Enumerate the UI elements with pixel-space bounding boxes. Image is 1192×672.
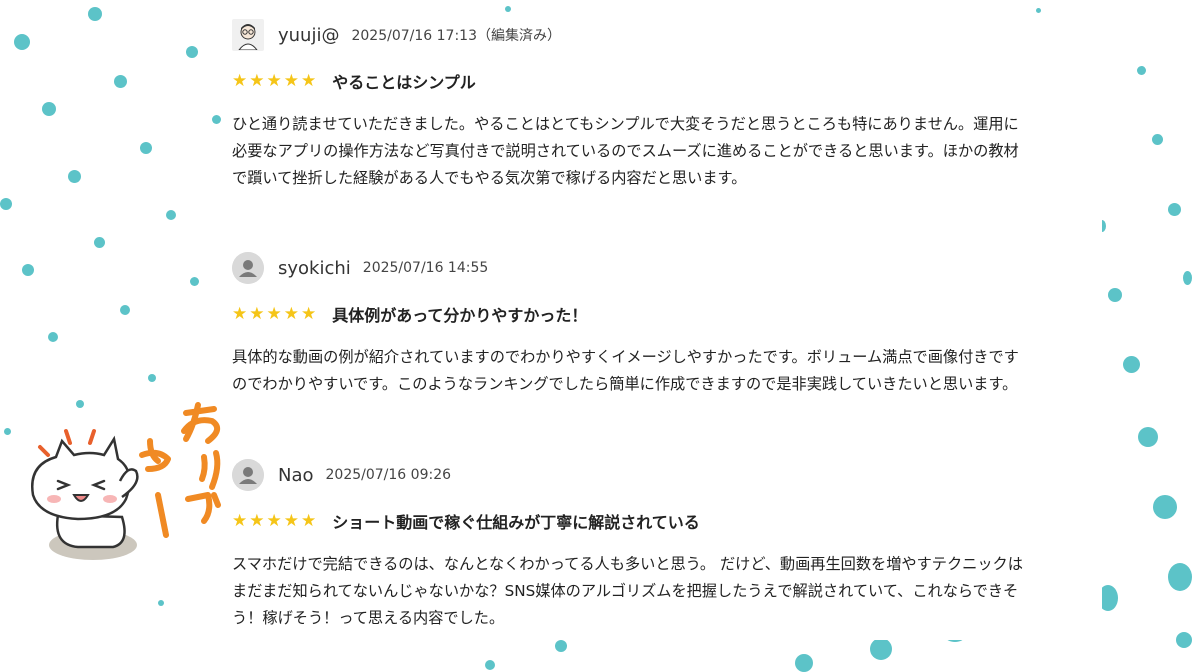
review-title-row: ★★★★★ 具体例があって分かりやすかった！ xyxy=(232,302,1032,326)
review-item: yuuji@ 2025/07/16 17:13（編集済み） ★★★★★ やること… xyxy=(232,17,1032,192)
user-name[interactable]: yuuji@ xyxy=(278,25,339,46)
review-body: 具体的な動画の例が紹介されていますのでわかりやすくイメージしやすかったです。ボリ… xyxy=(232,348,1019,393)
star-rating: ★★★★★ xyxy=(232,71,319,91)
review-body: ひと通り読ませていただきました。やることはとてもシンプルで大変そうだと思うところ… xyxy=(232,115,1019,187)
user-name[interactable]: syokichi xyxy=(278,258,351,279)
review-title: ショート動画で稼ぐ仕組みが丁寧に解説されている xyxy=(332,513,700,532)
review-date: 2025/07/16 09:26 xyxy=(325,467,452,483)
review-item: syokichi 2025/07/16 14:55 ★★★★★ 具体例があって分… xyxy=(232,250,1032,398)
default-user-icon xyxy=(232,252,264,284)
review-header: yuuji@ 2025/07/16 17:13（編集済み） xyxy=(232,17,1032,53)
star-rating: ★★★★★ xyxy=(232,511,319,531)
review-body: スマホだけで完結できるのは、なんとなくわかってる人も多いと思う。 だけど、動画再… xyxy=(232,555,1023,627)
review-title-row: ★★★★★ ショート動画で稼ぐ仕組みが丁寧に解説されている xyxy=(232,509,1032,533)
user-avatar[interactable] xyxy=(232,19,264,51)
review-title: 具体例があって分かりやすかった！ xyxy=(332,306,588,325)
user-avatar[interactable] xyxy=(232,252,264,284)
thank-you-cat-sticker xyxy=(31,402,221,560)
review-item: Nao 2025/07/16 09:26 ★★★★★ ショート動画で稼ぐ仕組みが… xyxy=(232,457,1032,632)
avatar-person-illustration-icon xyxy=(238,24,258,50)
reviews-panel: yuuji@ 2025/07/16 17:13（編集済み） ★★★★★ やること… xyxy=(222,17,1102,640)
review-date: 2025/07/16 14:55 xyxy=(362,260,489,276)
user-name[interactable]: Nao xyxy=(278,465,314,486)
review-title: やることはシンプル xyxy=(332,73,476,92)
star-rating: ★★★★★ xyxy=(232,304,319,324)
review-header: syokichi 2025/07/16 14:55 xyxy=(232,250,1032,286)
review-title-row: ★★★★★ やることはシンプル xyxy=(232,69,1032,93)
review-header: Nao 2025/07/16 09:26 xyxy=(232,457,1032,493)
review-date: 2025/07/16 17:13（編集済み） xyxy=(351,28,561,44)
